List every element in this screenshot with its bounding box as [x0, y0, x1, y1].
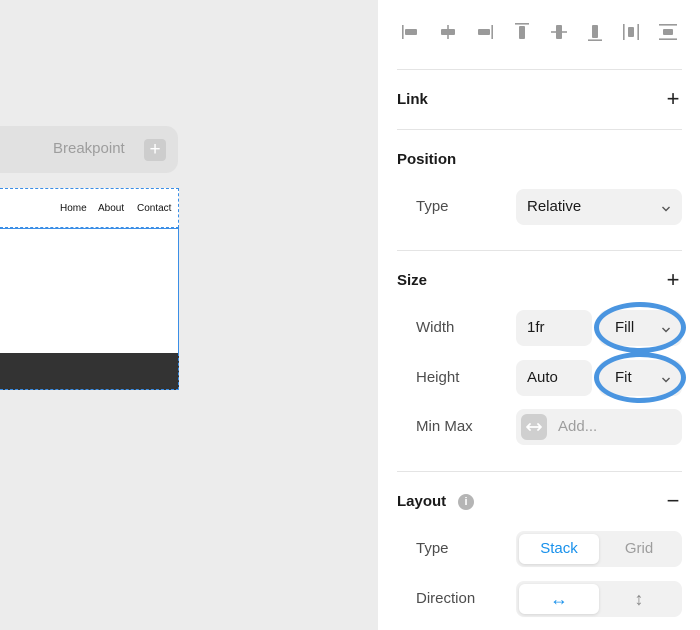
layout-type-segmented: Stack Grid [516, 531, 682, 567]
properties-panel: Link + Position Type Relative Size + Wid… [378, 0, 700, 630]
height-mode-value: Fit [615, 369, 632, 386]
height-label: Height [416, 369, 460, 386]
position-type-value: Relative [527, 198, 582, 215]
position-type-label: Type [416, 198, 449, 215]
frame-main-section[interactable] [0, 228, 179, 354]
nav-link-home[interactable]: Home [60, 203, 87, 214]
distribute-v-icon[interactable] [650, 14, 686, 50]
position-type-select[interactable]: Relative [516, 189, 682, 225]
minmax-placeholder: Add... [558, 418, 598, 435]
height-input[interactable]: Auto [516, 360, 592, 396]
size-section-title: Size [397, 272, 428, 289]
width-value: 1fr [527, 319, 545, 336]
divider [397, 250, 682, 251]
add-size-button[interactable]: + [663, 269, 683, 291]
width-mode-value: Fill [615, 319, 635, 336]
nav-link-contact[interactable]: Contact [137, 203, 171, 214]
layout-type-grid[interactable]: Grid [599, 534, 679, 564]
align-left-icon[interactable] [392, 14, 428, 50]
width-label: Width [416, 319, 455, 336]
design-canvas[interactable]: Breakpoint + Home About Contact [0, 0, 378, 630]
width-mode-select[interactable]: Fill [599, 310, 682, 346]
resize-horizontal-icon [521, 414, 547, 440]
direction-horizontal-icon[interactable]: ↔ [519, 584, 599, 614]
layout-type-label: Type [416, 540, 449, 557]
direction-segmented: ↔ ↕ [516, 581, 682, 617]
direction-vertical-icon[interactable]: ↕ [599, 584, 679, 614]
align-bottom-icon[interactable] [577, 14, 613, 50]
layout-section-title: Layout [397, 493, 447, 510]
width-input[interactable]: 1fr [516, 310, 592, 346]
nav-link-about[interactable]: About [98, 203, 124, 214]
add-breakpoint-button[interactable]: + [144, 139, 166, 161]
distribute-h-icon[interactable] [613, 14, 649, 50]
direction-label: Direction [416, 590, 476, 607]
chevron-down-icon [661, 322, 671, 333]
frame-footer[interactable] [0, 353, 179, 390]
alignment-toolbar [378, 14, 700, 50]
position-section-title: Position [397, 151, 457, 168]
height-value: Auto [527, 369, 558, 386]
minmax-input[interactable]: Add... [516, 409, 682, 445]
divider [397, 471, 682, 472]
breakpoint-label[interactable]: Breakpoint [53, 140, 125, 157]
collapse-layout-button[interactable]: − [663, 490, 683, 512]
align-top-icon[interactable] [504, 14, 540, 50]
height-mode-select[interactable]: Fit [599, 360, 682, 396]
add-link-button[interactable]: + [663, 88, 683, 110]
align-center-h-icon[interactable] [430, 14, 466, 50]
align-right-icon[interactable] [467, 14, 503, 50]
layout-type-stack[interactable]: Stack [519, 534, 599, 564]
info-icon[interactable]: i [458, 494, 474, 510]
minmax-label: Min Max [416, 418, 473, 435]
chevron-down-icon [661, 201, 671, 212]
chevron-down-icon [661, 372, 671, 383]
divider [397, 69, 682, 70]
align-center-v-icon[interactable] [541, 14, 577, 50]
divider [397, 129, 682, 130]
link-section-title[interactable]: Link [397, 91, 428, 108]
